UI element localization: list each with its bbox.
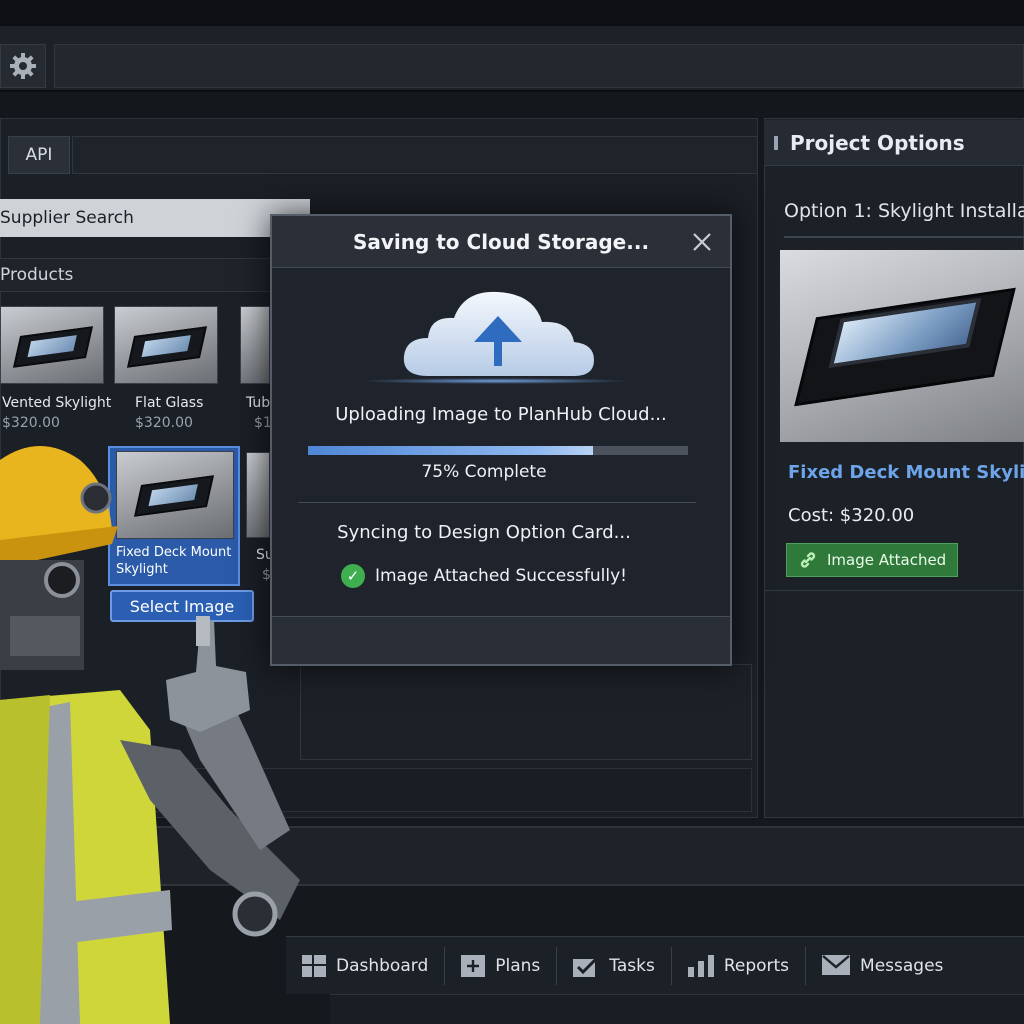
plans-icon [461, 954, 486, 977]
supplier-search-input[interactable]: Supplier Search [0, 199, 310, 237]
close-button[interactable] [688, 228, 716, 256]
gear-icon [10, 53, 36, 79]
product-name: Flat Glass [135, 395, 204, 411]
option-product-link[interactable]: Fixed Deck Mount Skylight [788, 462, 1024, 483]
robot-worker-illustration [0, 446, 300, 1024]
nav-messages[interactable]: Messages [806, 947, 959, 985]
progress-bar-fill [308, 446, 593, 455]
toolbar-field [54, 44, 1024, 88]
product-price: $320.00 [2, 415, 60, 431]
check-icon: ✓ [340, 564, 365, 588]
nav-tasks[interactable]: Tasks [557, 946, 672, 985]
nav-label: Messages [860, 955, 944, 976]
tab-api[interactable]: API [8, 136, 70, 174]
product-name: Tub [246, 395, 271, 411]
nav-label: Plans [495, 955, 541, 976]
product-price: $320.00 [135, 415, 193, 431]
bottom-nav: Dashboard Plans Tasks Reports Messages [286, 936, 1024, 994]
messages-icon [822, 954, 851, 975]
cloud-upload-icon [403, 291, 594, 376]
sync-status-text: Syncing to Design Option Card... [337, 522, 631, 543]
cloud-glow [360, 378, 630, 384]
modal-footer [272, 616, 730, 664]
nav-label: Dashboard [336, 955, 429, 976]
project-options-title: Project Options [790, 130, 965, 155]
product-thumb-tub[interactable] [240, 306, 270, 384]
nav-reports[interactable]: Reports [672, 946, 807, 985]
upload-modal [270, 214, 732, 666]
settings-button[interactable] [0, 44, 46, 88]
bottom-shelf [330, 994, 1024, 1024]
top-strip [0, 0, 1024, 26]
nav-label: Reports [723, 955, 790, 976]
product-name: Vented Skylight [2, 395, 112, 411]
divider [764, 590, 1024, 591]
image-attached-label: Image Attached [827, 551, 947, 569]
tasks-icon [573, 955, 600, 977]
image-attached-badge: Image Attached [786, 543, 958, 577]
product-thumb-vented[interactable] [0, 306, 104, 384]
project-options-header: Project Options [764, 120, 1024, 166]
option-cost: Cost: $320.00 [788, 505, 915, 526]
option-title: Option 1: Skylight Installa [784, 200, 1024, 222]
drag-handle-icon[interactable] [774, 135, 778, 150]
nav-plans[interactable]: Plans [445, 946, 558, 985]
progress-label: 75% Complete [421, 462, 547, 482]
upload-status-text: Uploading Image to PlanHub Cloud... [335, 404, 667, 425]
link-icon [800, 552, 816, 568]
products-heading: Products [0, 258, 300, 292]
tab-strip [72, 136, 758, 174]
option-product-image [780, 250, 1024, 442]
divider [784, 236, 1024, 238]
close-icon [693, 233, 711, 251]
modal-title: Saving to Cloud Storage... [352, 230, 650, 254]
success-message: ✓ Image Attached Successfully! [272, 564, 696, 588]
product-thumb-flat-glass[interactable] [114, 306, 218, 384]
success-text: Image Attached Successfully! [374, 566, 627, 586]
reports-icon [687, 954, 714, 977]
divider [298, 502, 696, 503]
nav-label: Tasks [609, 955, 655, 976]
workspace-lower-panel [300, 664, 752, 760]
